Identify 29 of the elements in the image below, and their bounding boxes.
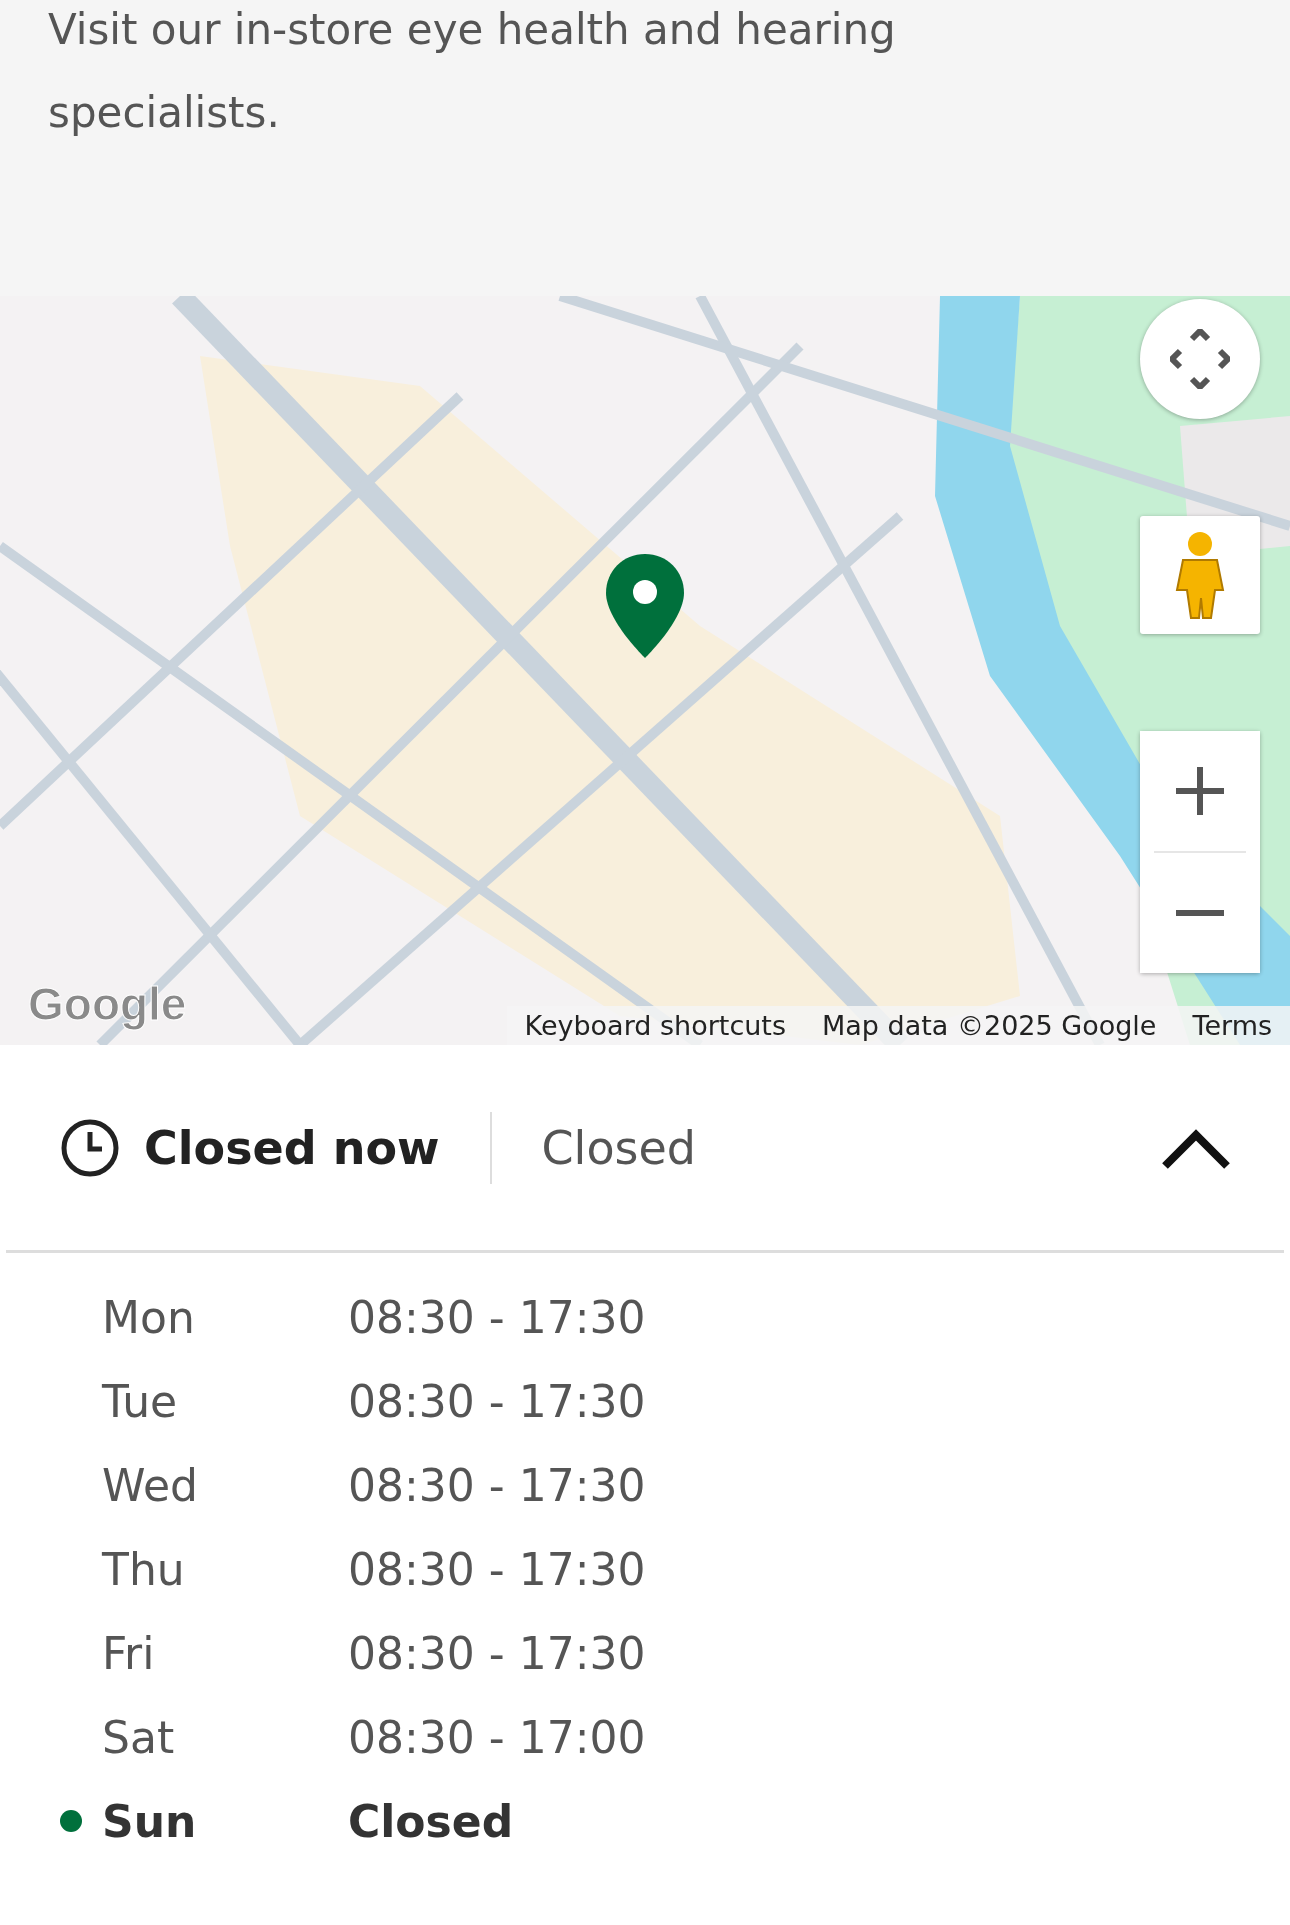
street-view-button[interactable] [1140,516,1260,634]
opening-hours: 08:30 - 17:30 [348,1459,646,1511]
day-label: Sun [102,1795,198,1847]
day-label: Sat [102,1711,176,1763]
clock-icon [60,1117,120,1178]
opening-hours: Closed [348,1795,514,1847]
intro-text: Visit our in-store eye health and hearing specialists. [48,4,897,139]
attribution-link[interactable]: Map data ©2025 Google [804,1006,1175,1045]
opening-hours: 08:30 - 17:00 [348,1711,646,1763]
today-hours: Closed [541,1120,697,1175]
opening-hours: 08:30 - 17:30 [348,1291,646,1343]
minus-icon [1174,910,1226,916]
opening-hours: 08:30 - 17:30 [348,1375,646,1427]
figure-icon [1173,530,1227,620]
map-logo: Google [28,977,187,1031]
map-pin-icon[interactable] [604,552,686,660]
day-label: Fri [102,1627,156,1679]
opening-hours: 08:30 - 17:30 [348,1627,646,1679]
day-label: Wed [102,1459,199,1511]
zoom-in-button[interactable] [1140,731,1260,851]
fullscreen-icon [1170,329,1230,389]
attribution-link[interactable]: Keyboard shortcuts [506,1006,804,1045]
opening-hours: 08:30 - 17:30 [348,1543,646,1595]
attribution-link[interactable]: Terms [1174,1006,1290,1045]
plus-icon [1174,765,1226,817]
day-label: Mon [102,1291,196,1343]
day-label: Tue [102,1375,179,1427]
status-text: Closed now [144,1120,440,1175]
day-label: Thu [102,1543,186,1595]
